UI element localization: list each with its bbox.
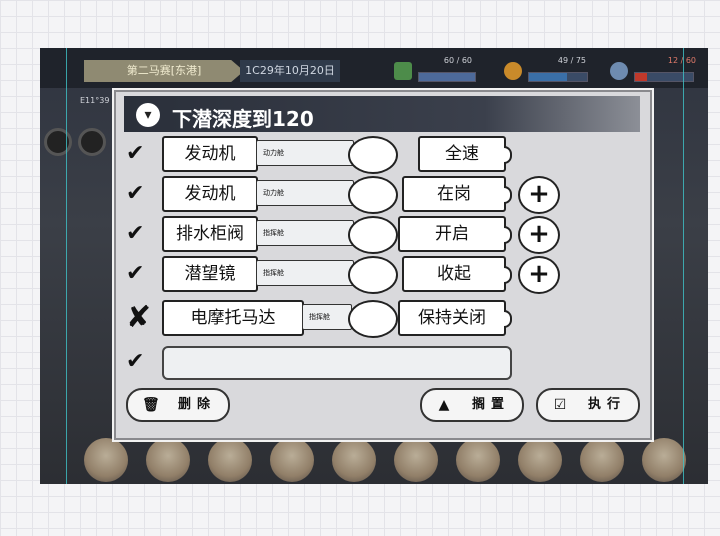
resource-parts-label: 12 / 60 [667, 56, 696, 65]
equipment-name[interactable]: 电摩托马达 [162, 300, 304, 336]
compartment-tag: 动力舱 [256, 180, 354, 206]
delete-button[interactable]: 🗑 删除 [126, 388, 230, 422]
resource-fuel-bar [528, 72, 588, 82]
add-icon[interactable]: + [518, 256, 560, 294]
compartment-tag: 指挥舱 [256, 220, 354, 246]
delete-button-label: 删除 [178, 397, 217, 412]
add-icon[interactable]: + [518, 176, 560, 214]
execute-button-label: 执行 [588, 397, 627, 412]
crew-portrait[interactable] [332, 438, 376, 482]
crew-portraits [84, 438, 686, 482]
add-icon[interactable]: + [518, 216, 560, 254]
gauge-dial [78, 128, 106, 156]
cross-icon: ✘ [126, 300, 152, 335]
equipment-name[interactable]: 潜望镜 [162, 256, 258, 292]
state-selector[interactable]: 全速 [418, 136, 512, 172]
crew-portrait[interactable] [642, 438, 686, 482]
equipment-name[interactable]: 排水柜阀 [162, 216, 258, 252]
coordinate-label: E11°39 [80, 96, 110, 105]
compartment-tag: 指挥舱 [256, 260, 354, 286]
resource-parts: 12 / 60 [606, 56, 702, 84]
check-icon: ✔ [126, 261, 145, 286]
fuel-bag-icon [504, 62, 522, 80]
guide-line [66, 48, 67, 484]
crew-portrait[interactable] [456, 438, 500, 482]
compartment-tag: 指挥舱 [302, 304, 352, 330]
crew-portrait[interactable] [580, 438, 624, 482]
crew-portrait[interactable] [208, 438, 252, 482]
state-selector[interactable]: 保持关闭 [398, 300, 512, 336]
top-hud: 第二马赛[东港] 1C29年10月20日 60 / 60 49 / 75 12 … [40, 48, 708, 88]
resource-fuel-label: 49 / 75 [557, 56, 586, 65]
gauge-dial [44, 128, 72, 156]
crew-slot[interactable] [348, 300, 398, 338]
cup-icon: ▾ [136, 103, 160, 127]
resource-supplies-label: 60 / 60 [443, 56, 472, 65]
location-label: 第二马赛[东港] [84, 60, 244, 82]
crew-slot[interactable] [348, 256, 398, 294]
panel-header: ▾ 下潜深度到120 [124, 96, 640, 132]
crew-slot[interactable] [348, 136, 398, 174]
state-selector[interactable]: 在岗 [402, 176, 512, 212]
order-row: ✔ 发动机 动力舱 在岗 + [126, 176, 626, 214]
state-selector[interactable]: 收起 [402, 256, 512, 292]
check-icon: ✔ [126, 181, 145, 206]
equipment-name[interactable]: 发动机 [162, 176, 258, 212]
check-icon: ✔ [126, 141, 145, 166]
resource-supplies: 60 / 60 [390, 56, 478, 84]
order-row: ✔ 潜望镜 指挥舱 收起 + [126, 256, 626, 294]
checkbox-icon: ☑ [553, 397, 567, 413]
crew-portrait[interactable] [394, 438, 438, 482]
order-row: ✘ 电摩托马达 指挥舱 保持关闭 [126, 300, 626, 338]
panel-title: 下潜深度到120 [172, 107, 314, 131]
empty-order-slot[interactable] [162, 346, 512, 380]
crew-portrait[interactable] [270, 438, 314, 482]
crew-portrait[interactable] [518, 438, 562, 482]
shelve-button-label: 搁置 [472, 397, 511, 412]
crew-portrait[interactable] [84, 438, 128, 482]
equipment-name[interactable]: 发动机 [162, 136, 258, 172]
crew-slot[interactable] [348, 176, 398, 214]
execute-button[interactable]: ☑ 执行 [536, 388, 640, 422]
order-panel: ▾ 下潜深度到120 ✔ 发动机 动力舱 全速 ✔ 发动机 动力舱 在岗 + ✔… [112, 88, 654, 442]
trash-icon: 🗑 [142, 397, 160, 413]
date-label: 1C29年10月20日 [240, 60, 340, 82]
state-selector[interactable]: 开启 [398, 216, 512, 252]
resource-supplies-bar [418, 72, 476, 82]
green-crate-icon [394, 62, 412, 80]
check-icon: ✔ [126, 221, 145, 246]
guide-line [683, 48, 684, 484]
shelve-button[interactable]: ▲ 搁置 [420, 388, 524, 422]
compartment-tag: 动力舱 [256, 140, 354, 166]
resource-parts-bar [634, 72, 694, 82]
triangle-up-icon: ▲ [438, 397, 450, 413]
order-row-empty: ✔ [126, 344, 626, 380]
crew-slot[interactable] [348, 216, 398, 254]
check-icon: ✔ [126, 349, 145, 374]
resource-fuel: 49 / 75 [500, 56, 592, 84]
order-row: ✔ 发动机 动力舱 全速 [126, 136, 626, 174]
crew-portrait[interactable] [146, 438, 190, 482]
gear-parts-icon [610, 62, 628, 80]
order-row: ✔ 排水柜阀 指挥舱 开启 + [126, 216, 626, 254]
